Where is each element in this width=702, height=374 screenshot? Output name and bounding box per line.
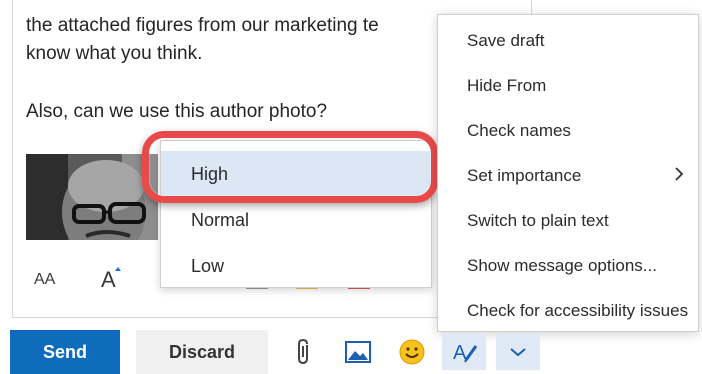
author-photo[interactable] <box>26 154 158 240</box>
body-line-3: Also, can we use this author photo? <box>26 101 328 122</box>
importance-low[interactable]: Low <box>161 243 431 289</box>
menu-item-plain-text[interactable]: Switch to plain text <box>438 198 698 243</box>
menu-item-label: Switch to plain text <box>467 210 609 230</box>
menu-item-set-importance[interactable]: Set importance <box>438 153 698 198</box>
insert-picture-icon[interactable] <box>340 334 376 370</box>
font-size-icon[interactable]: AA <box>26 260 70 296</box>
importance-normal-label: Normal <box>191 209 250 230</box>
menu-item-label: Show message options... <box>467 255 657 275</box>
discard-button[interactable]: Discard <box>136 330 268 374</box>
menu-item-save-draft[interactable]: Save draft <box>438 18 698 63</box>
menu-item-label: Set importance <box>467 165 582 185</box>
menu-item-label: Check for accessibility issues <box>467 300 689 320</box>
menu-item-label: Save draft <box>467 30 545 50</box>
more-options-menu: Save draft Hide From Check names Set imp… <box>437 14 699 332</box>
body-line-2: know what you think. <box>26 43 203 64</box>
send-button[interactable]: Send <box>10 330 120 374</box>
menu-item-label: Check names <box>467 120 571 140</box>
menu-item-hide-from[interactable]: Hide From <box>438 63 698 108</box>
emoji-icon[interactable] <box>394 334 430 370</box>
body-line-1: the attached figures from our marketing … <box>26 15 379 36</box>
importance-low-label: Low <box>191 255 225 276</box>
compose-window: the attached figures from our marketing … <box>0 0 702 374</box>
svg-text:AA: AA <box>34 271 56 288</box>
menu-item-label: Hide From <box>467 75 547 95</box>
importance-normal[interactable]: Normal <box>161 197 431 243</box>
menu-item-check-names[interactable]: Check names <box>438 108 698 153</box>
chevron-right-icon <box>674 166 684 187</box>
menu-item-accessibility[interactable]: Check for accessibility issues <box>438 288 698 333</box>
format-icon[interactable]: A <box>442 334 486 370</box>
callout-highlight <box>142 131 438 203</box>
compose-action-bar: Send Discard A <box>0 330 702 374</box>
chevron-down-icon[interactable] <box>496 334 540 370</box>
menu-item-message-options[interactable]: Show message options... <box>438 243 698 288</box>
svg-text:A: A <box>101 267 116 291</box>
font-grow-icon[interactable]: A <box>88 260 132 296</box>
attach-icon[interactable] <box>286 334 322 370</box>
